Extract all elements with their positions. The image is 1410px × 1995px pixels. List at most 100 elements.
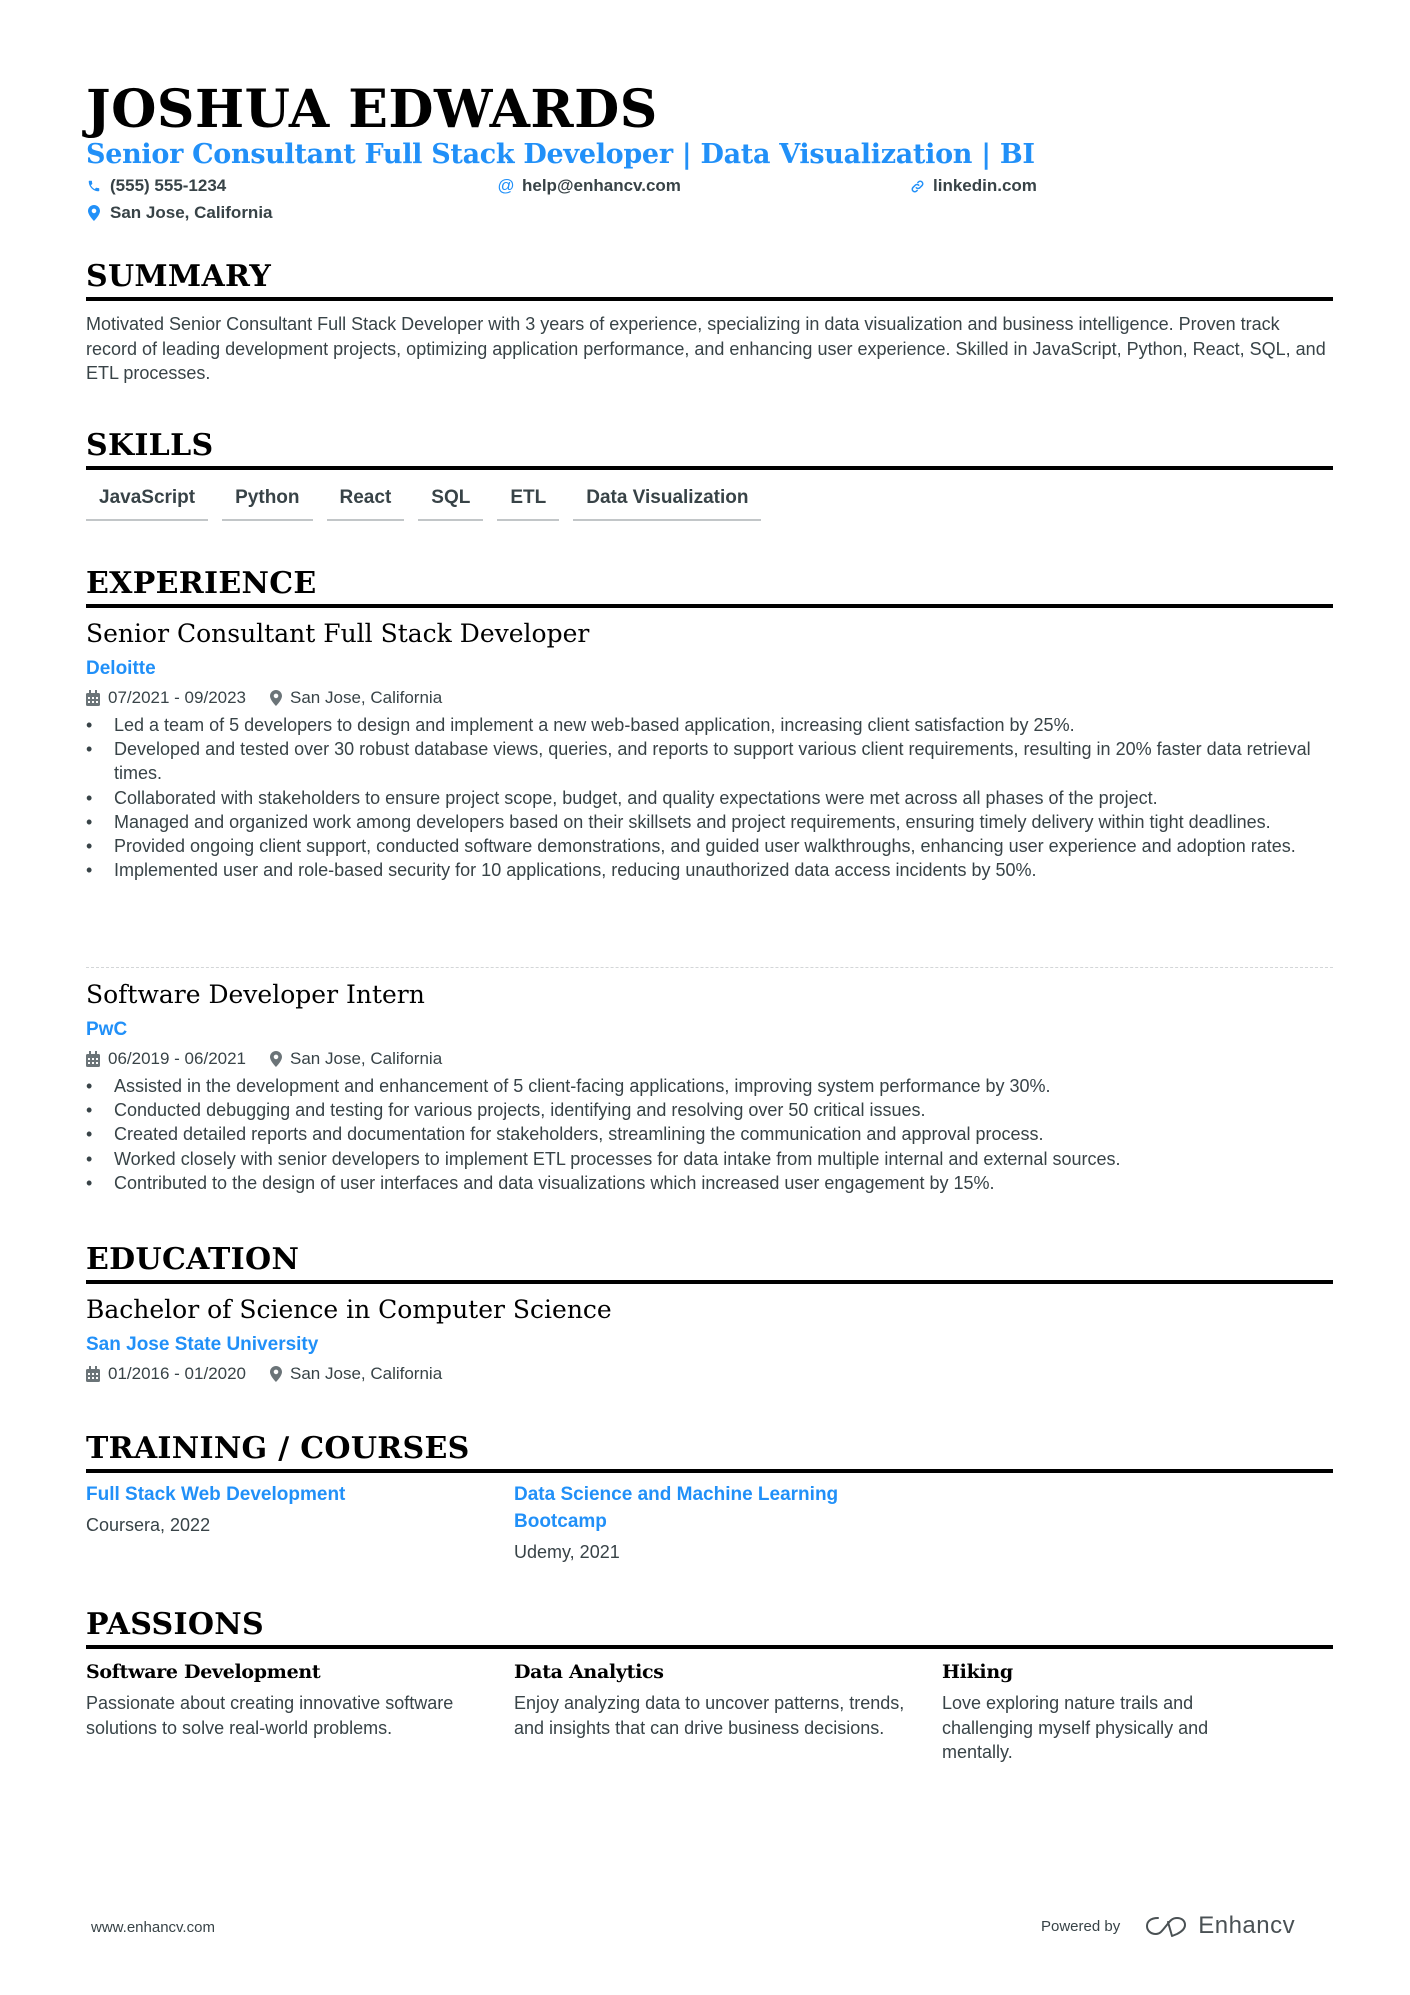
date-range: 07/2021 - 09/2023 <box>86 686 246 710</box>
job-meta: 07/2021 - 09/2023 San Jose, California <box>86 686 1333 710</box>
school-location: San Jose, California <box>270 1362 442 1386</box>
footer-branding[interactable]: Powered by Enhancv <box>1041 1912 1295 1940</box>
achievement-item: Contributed to the design of user interf… <box>86 1171 1333 1195</box>
section-title: EXPERIENCE <box>86 566 317 601</box>
passions-section-header: PASSIONS <box>86 1607 1333 1649</box>
map-pin-icon <box>86 204 102 222</box>
skill-tag: JavaScript <box>86 486 209 521</box>
location-text: San Jose, California <box>110 203 273 222</box>
job-title: Software Developer Intern <box>86 980 425 1009</box>
section-title: TRAINING / COURSES <box>86 1431 470 1466</box>
course-title: Full Stack Web Development <box>86 1484 346 1505</box>
calendar-icon <box>86 1366 100 1382</box>
achievement-item: Implemented user and role-based security… <box>86 858 1333 882</box>
location-text: San Jose, California <box>290 1364 443 1383</box>
section-title: SKILLS <box>86 428 214 463</box>
course-item: Data Science and Machine Learning Bootca… <box>514 1481 914 1564</box>
course-source: Coursera, 2022 <box>86 1515 211 1535</box>
dates-text: 07/2021 - 09/2023 <box>108 688 247 707</box>
passion-item: Data Analytics Enjoy analyzing data to u… <box>514 1659 914 1740</box>
skill-tag: ETL <box>497 486 560 521</box>
date-range: 06/2019 - 06/2021 <box>86 1047 246 1071</box>
achievement-list: Led a team of 5 developers to design and… <box>86 713 1333 883</box>
date-range: 01/2016 - 01/2020 <box>86 1362 246 1386</box>
section-divider <box>86 1280 1333 1284</box>
passion-title: Hiking <box>942 1661 1013 1683</box>
summary-text: Motivated Senior Consultant Full Stack D… <box>86 314 1326 383</box>
linkedin-link[interactable]: linkedin.com <box>933 175 1037 197</box>
footer-website-link[interactable]: www.enhancv.com <box>91 1919 215 1936</box>
dates-text: 06/2019 - 06/2021 <box>108 1049 247 1068</box>
experience-entry: Software Developer Intern PwC 06/2019 - … <box>86 978 1333 1195</box>
skill-tag: SQL <box>418 486 484 521</box>
achievement-item: Assisted in the development and enhancem… <box>86 1074 1333 1098</box>
job-title: Senior Consultant Full Stack Developer <box>86 619 590 648</box>
passion-title: Software Development <box>86 1661 321 1683</box>
brand-name: Enhancv <box>1198 1912 1296 1939</box>
contact-location: San Jose, California <box>86 202 273 224</box>
achievement-item: Conducted debugging and testing for vari… <box>86 1098 1333 1122</box>
job-meta: 06/2019 - 06/2021 San Jose, California <box>86 1047 1333 1071</box>
phone-icon <box>86 177 102 195</box>
phone-text: (555) 555-1234 <box>110 176 227 195</box>
job-location: San Jose, California <box>270 1047 442 1071</box>
contact-link[interactable]: linkedin.com <box>909 175 1037 197</box>
passion-item: Hiking Love exploring nature trails and … <box>942 1659 1282 1765</box>
section-title: SUMMARY <box>86 259 272 294</box>
email-link[interactable]: help@enhancv.com <box>522 175 681 197</box>
training-section-header: TRAINING / COURSES <box>86 1431 1333 1473</box>
course-item: Full Stack Web Development Coursera, 202… <box>86 1481 486 1537</box>
calendar-icon <box>86 690 100 706</box>
course-source: Udemy, 2021 <box>514 1542 620 1562</box>
education-meta: 01/2016 - 01/2020 San Jose, California <box>86 1362 1333 1386</box>
map-pin-icon <box>270 1366 283 1382</box>
dates-text: 01/2016 - 01/2020 <box>108 1364 247 1383</box>
course-title: Data Science and Machine Learning Bootca… <box>514 1484 839 1532</box>
summary-section-header: SUMMARY <box>86 259 1333 301</box>
achievement-item: Provided ongoing client support, conduct… <box>86 834 1333 858</box>
skill-tag: Data Visualization <box>573 486 762 521</box>
section-title: PASSIONS <box>86 1607 264 1642</box>
at-icon: @ <box>497 176 515 195</box>
calendar-icon <box>86 1051 100 1067</box>
achievement-item: Created detailed reports and documentati… <box>86 1122 1333 1146</box>
passion-item: Software Development Passionate about cr… <box>86 1659 486 1740</box>
school-name: San Jose State University <box>86 1334 319 1355</box>
passion-description: Love exploring nature trails and challen… <box>942 1693 1209 1762</box>
achievement-item: Developed and tested over 30 robust data… <box>86 737 1333 785</box>
enhancv-logo-icon <box>1146 1917 1187 1937</box>
candidate-name: JOSHUA EDWARDS <box>86 79 658 140</box>
achievement-item: Managed and organized work among develop… <box>86 810 1333 834</box>
achievement-item: Collaborated with stakeholders to ensure… <box>86 786 1333 810</box>
link-icon <box>909 177 925 195</box>
map-pin-icon <box>270 690 283 706</box>
achievement-item: Worked closely with senior developers to… <box>86 1147 1333 1171</box>
entry-divider <box>86 967 1333 968</box>
location-text: San Jose, California <box>290 688 443 707</box>
skills-section-header: SKILLS <box>86 428 1333 470</box>
passion-title: Data Analytics <box>514 1661 664 1683</box>
map-pin-icon <box>270 1051 283 1067</box>
experience-section-header: EXPERIENCE <box>86 566 1333 608</box>
job-location: San Jose, California <box>270 686 442 710</box>
degree-title: Bachelor of Science in Computer Science <box>86 1295 612 1324</box>
section-divider <box>86 466 1333 470</box>
section-divider <box>86 604 1333 608</box>
skill-tag: React <box>326 486 405 521</box>
education-entry: Bachelor of Science in Computer Science … <box>86 1293 1333 1386</box>
company-name: Deloitte <box>86 658 156 679</box>
passion-description: Enjoy analyzing data to uncover patterns… <box>514 1693 905 1738</box>
skills-list: JavaScript Python React SQL ETL Data Vis… <box>86 486 762 521</box>
company-name: PwC <box>86 1019 128 1040</box>
experience-entry: Senior Consultant Full Stack Developer D… <box>86 617 1333 883</box>
education-section-header: EDUCATION <box>86 1242 1333 1284</box>
candidate-title: Senior Consultant Full Stack Developer |… <box>86 139 1035 170</box>
achievement-item: Led a team of 5 developers to design and… <box>86 713 1333 737</box>
contact-email[interactable]: @ help@enhancv.com <box>497 175 681 197</box>
location-text: San Jose, California <box>290 1049 443 1068</box>
section-title: EDUCATION <box>86 1242 300 1277</box>
passion-description: Passionate about creating innovative sof… <box>86 1693 454 1738</box>
powered-by-label: Powered by <box>1041 1917 1121 1935</box>
skill-tag: Python <box>222 486 313 521</box>
contact-phone: (555) 555-1234 <box>86 175 226 197</box>
